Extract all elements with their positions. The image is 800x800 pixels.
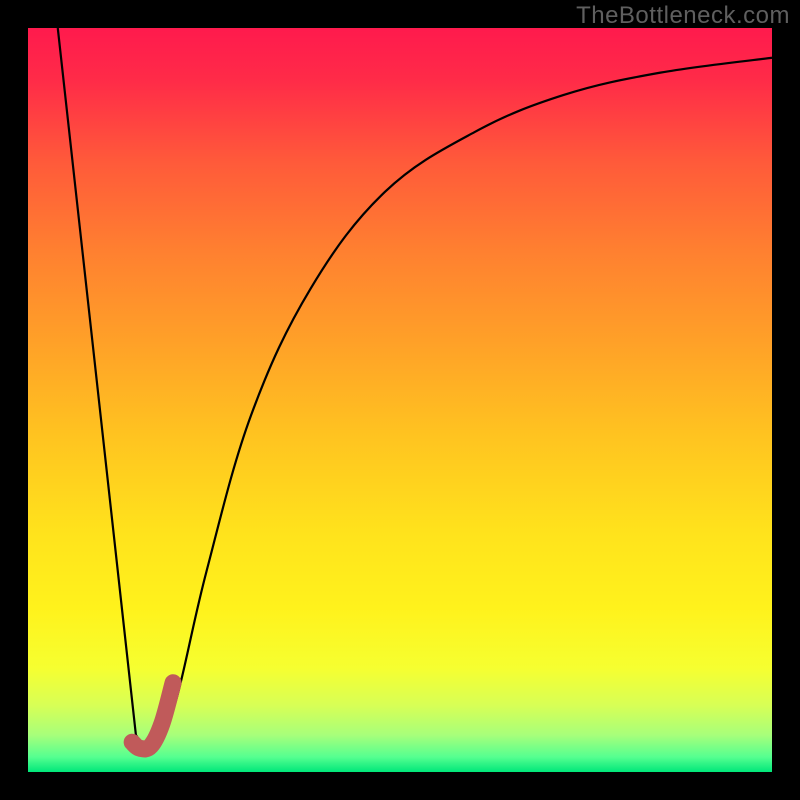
- plot-area: [28, 28, 772, 772]
- curve-layer: [28, 28, 772, 772]
- selected-marker: [132, 683, 173, 749]
- watermark-text: TheBottleneck.com: [576, 2, 790, 30]
- bottleneck-curve: [58, 28, 772, 750]
- chart-frame: TheBottleneck.com: [0, 0, 800, 800]
